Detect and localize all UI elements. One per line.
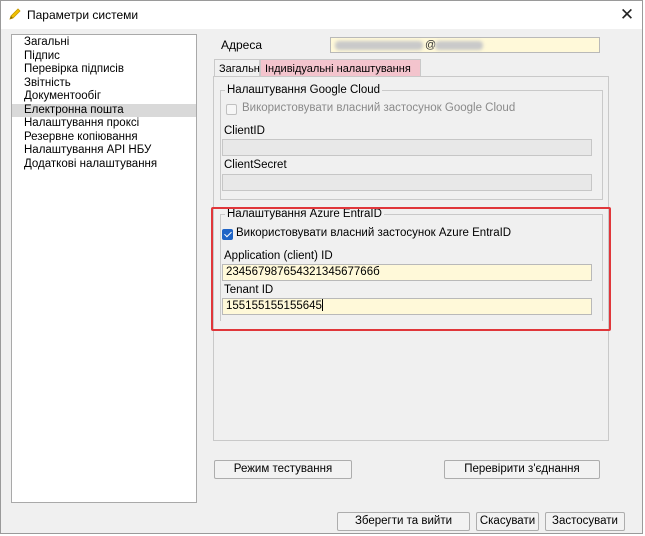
nav-item-document-flow[interactable]: Документообіг — [12, 90, 196, 104]
cancel-button[interactable]: Скасувати — [476, 512, 539, 531]
client-id-field — [222, 139, 592, 156]
client-secret-label: ClientSecret — [224, 159, 287, 171]
nav-item-general[interactable]: Загальні — [12, 36, 196, 50]
nav-item-reporting[interactable]: Звітність — [12, 77, 196, 91]
apply-button[interactable]: Застосувати — [545, 512, 625, 531]
nav-item-signature-verification[interactable]: Перевірка підписів — [12, 63, 196, 77]
nav-item-email[interactable]: Електронна пошта — [12, 103, 196, 117]
google-cloud-group: Налаштування Google Cloud Використовуват… — [220, 83, 603, 200]
pen-icon — [9, 8, 21, 20]
tab-general[interactable]: Загальні — [214, 59, 262, 77]
address-input[interactable]: @ — [330, 37, 600, 53]
google-cloud-checkbox-label: Використовувати власний застосунок Googl… — [242, 102, 516, 114]
test-mode-button[interactable]: Режим тестування — [214, 460, 352, 479]
redacted-domain — [435, 41, 483, 50]
redacted-username — [335, 41, 423, 50]
settings-window: Параметри системи ✕ Загальні Підпис Пере… — [0, 0, 643, 534]
save-and-exit-button[interactable]: Зберегти та вийти — [337, 512, 470, 531]
settings-nav-list: Загальні Підпис Перевірка підписів Звітн… — [11, 34, 197, 503]
client-secret-field — [222, 174, 592, 191]
nav-item-signature[interactable]: Підпис — [12, 50, 196, 64]
tab-individual-mail-settings[interactable]: Індивідуальні налаштування пошти — [260, 59, 421, 93]
google-cloud-checkbox — [226, 104, 237, 115]
check-connection-button[interactable]: Перевірити з'єднання — [444, 460, 600, 479]
window-title: Параметри системи — [27, 8, 139, 22]
title-bar: Параметри системи ✕ — [1, 1, 642, 29]
client-id-label: ClientID — [224, 125, 265, 137]
close-button[interactable]: ✕ — [612, 1, 642, 29]
nav-item-additional[interactable]: Додаткові налаштування — [12, 158, 196, 172]
nav-item-backup[interactable]: Резервне копіювання — [12, 131, 196, 145]
address-label: Адреса — [221, 38, 263, 52]
highlight-box — [211, 207, 611, 331]
google-cloud-group-title: Налаштування Google Cloud — [225, 83, 383, 97]
nav-item-proxy[interactable]: Налаштування проксі — [12, 117, 196, 131]
nav-item-nbu-api[interactable]: Налаштування API НБУ — [12, 144, 196, 158]
